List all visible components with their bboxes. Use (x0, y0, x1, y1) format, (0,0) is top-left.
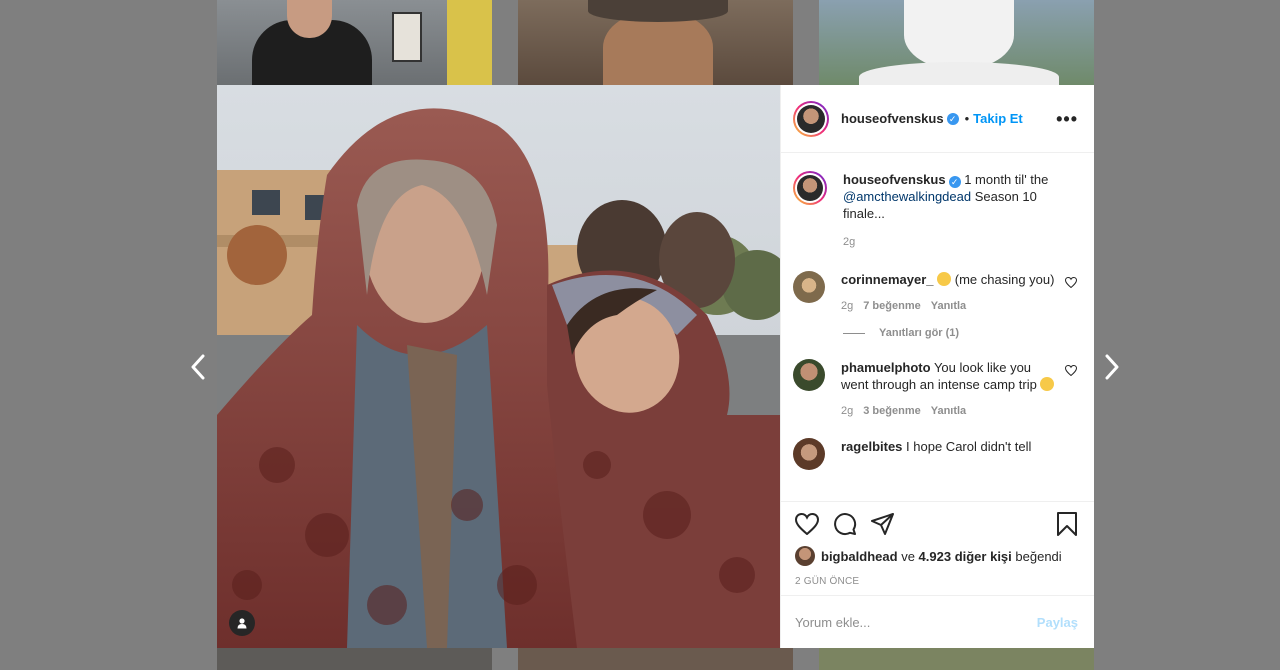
thumbnail-snowman (904, 0, 1014, 70)
view-replies-label: Yanıtları gör (1) (879, 327, 960, 339)
post-actions: bigbaldhead ve 4.923 diğer kişi beğendi … (781, 501, 1094, 595)
author-avatar[interactable] (793, 100, 829, 137)
user-tag-button[interactable] (229, 610, 255, 636)
grid-thumbnail[interactable] (518, 648, 793, 670)
comment-item: phamuelphoto You look like you went thro… (793, 359, 1078, 420)
post-modal: houseofvenskus ✓ • Takip Et ••• houseofv… (217, 85, 1094, 648)
grid-thumbnail[interactable] (819, 648, 1094, 670)
post-sidebar: houseofvenskus ✓ • Takip Et ••• houseofv… (780, 85, 1094, 648)
commenter-avatar[interactable] (793, 271, 825, 303)
commenter-avatar[interactable] (793, 359, 825, 391)
emoji-icon (937, 272, 952, 286)
share-icon (871, 512, 894, 535)
next-post-button[interactable] (1100, 354, 1124, 380)
heart-icon (1064, 364, 1078, 377)
comment-likes[interactable]: 3 beğenme (863, 403, 920, 420)
post-photo-image (217, 85, 780, 648)
reply-button[interactable]: Yanıtla (931, 298, 966, 315)
grid-thumbnail[interactable] (217, 648, 492, 670)
thumbnail-poster (447, 0, 492, 85)
reply-button[interactable]: Yanıtla (931, 403, 966, 420)
grid-thumbnail[interactable] (819, 0, 1094, 85)
grid-thumbnail[interactable] (518, 0, 793, 85)
thumbnail-hat (588, 0, 728, 22)
mention-link[interactable]: @amcthewalkingdead (843, 189, 971, 204)
comment-item: corinnemayer_ (me chasing you) 2g 7 beğe… (793, 271, 1078, 315)
post-photo[interactable] (217, 85, 780, 648)
caption-username[interactable]: houseofvenskus (843, 172, 946, 187)
post-header: houseofvenskus ✓ • Takip Et ••• (781, 85, 1094, 153)
heart-icon (794, 512, 820, 535)
commenter-username[interactable]: ragelbites (841, 439, 902, 454)
like-button[interactable] (794, 512, 820, 540)
verified-icon: ✓ (948, 176, 961, 188)
comment-item: ragelbites I hope Carol didn't tell (793, 438, 1078, 470)
thumbnail-snowman-body (859, 62, 1059, 85)
liker-avatar[interactable] (795, 546, 815, 566)
verified-icon: ✓ (946, 112, 959, 125)
chevron-right-icon (1105, 354, 1119, 380)
comment-like-button[interactable] (1064, 364, 1078, 420)
caption: houseofvenskus ✓ 1 month til' the @amcthe… (793, 171, 1078, 251)
likes-connector: ve (901, 548, 915, 564)
view-replies-button[interactable]: Yanıtları gör (1) (843, 327, 1078, 339)
caption-text: 1 month til' the (964, 172, 1049, 187)
likes-count[interactable]: 4.923 diğer kişi (919, 549, 1012, 564)
comment-text: I hope Carol didn't tell (906, 439, 1032, 454)
comment-input[interactable] (795, 614, 1037, 630)
bookmark-icon (1057, 511, 1077, 536)
caption-time[interactable]: 2g (843, 234, 855, 251)
comment-time[interactable]: 2g (841, 403, 853, 420)
emoji-icon (1040, 377, 1055, 391)
save-button[interactable] (1056, 511, 1078, 541)
chevron-left-icon (191, 354, 205, 380)
comment-time[interactable]: 2g (841, 298, 853, 315)
comment-like-button[interactable] (1064, 276, 1078, 315)
comment-button[interactable] (833, 512, 857, 541)
grid-thumbnail[interactable] (217, 0, 492, 85)
comment-icon (834, 512, 857, 535)
comment-text: (me chasing you) (954, 272, 1055, 287)
comment-likes[interactable]: 7 beğenme (863, 298, 920, 315)
post-timestamp[interactable]: 2 GÜN ÖNCE (795, 576, 1078, 587)
follow-button[interactable]: Takip Et (973, 111, 1023, 126)
caption-avatar[interactable] (793, 171, 827, 205)
comments-list[interactable]: houseofvenskus ✓ 1 month til' the @amcthe… (781, 153, 1094, 501)
liker-username[interactable]: bigbaldhead (821, 549, 898, 564)
share-button[interactable] (871, 512, 895, 540)
previous-post-button[interactable] (186, 354, 210, 380)
post-comment-button[interactable]: Paylaş (1037, 615, 1078, 630)
author-username[interactable]: houseofvenskus (841, 111, 944, 126)
commenter-username[interactable]: phamuelphoto (841, 360, 931, 375)
commenter-avatar[interactable] (793, 438, 825, 470)
likes-suffix: beğendi (1015, 548, 1062, 564)
heart-icon (1064, 276, 1078, 289)
likes-summary: bigbaldhead ve 4.923 diğer kişi beğendi (795, 546, 1078, 566)
add-comment-bar: Paylaş (781, 595, 1094, 648)
thumbnail-picture-frame (392, 12, 422, 62)
separator-dot: • (964, 111, 970, 126)
user-tag-icon (237, 618, 247, 629)
more-options-button[interactable]: ••• (1056, 110, 1078, 128)
commenter-username[interactable]: corinnemayer_ (841, 272, 934, 287)
